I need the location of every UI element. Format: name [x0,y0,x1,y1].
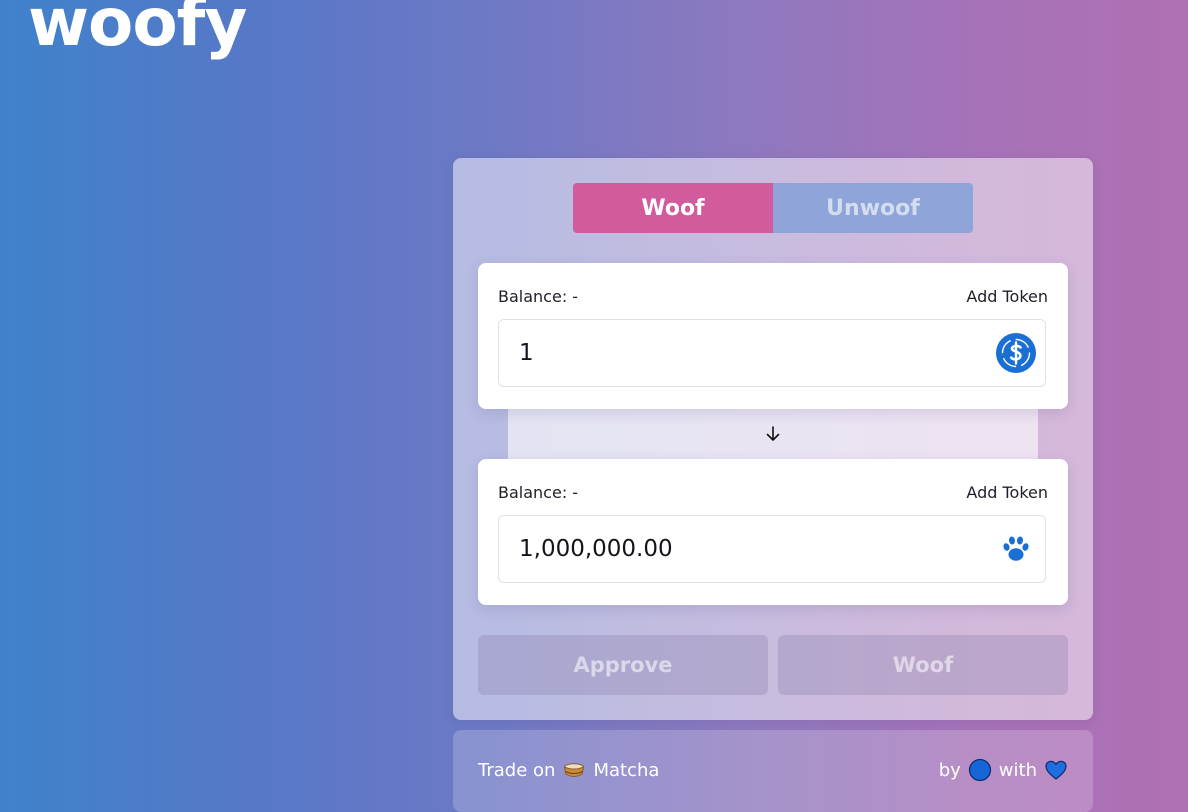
swap-connector [508,408,1038,460]
matcha-bowl-icon [562,758,586,782]
yearn-dollar-coin-icon [996,333,1036,373]
approve-button[interactable]: Approve [478,635,768,695]
app-logo: woofy [28,0,247,61]
trade-on-matcha: Trade on Matcha [478,758,659,782]
blue-circle-icon[interactable] [968,758,992,782]
credits: by with [939,758,1068,782]
to-amount-input[interactable] [499,516,979,582]
to-amount-field [498,515,1046,583]
from-box-header: Balance: - Add Token [498,285,1048,307]
tab-unwoof[interactable]: Unwoof [773,183,973,233]
to-balance-label: Balance: - [498,482,579,502]
trade-on-label: Trade on [478,759,556,781]
footer: Trade on Matcha by with [453,730,1093,812]
paw-icon [996,529,1036,569]
with-label: with [998,759,1037,781]
from-token-box: Balance: - Add Token [478,263,1068,409]
arrow-down-icon [764,425,782,443]
matcha-link[interactable]: Matcha [593,760,659,781]
tab-woof[interactable]: Woof [573,183,773,233]
from-amount-input[interactable] [499,320,979,386]
mode-toggle: Woof Unwoof [573,183,973,233]
by-label: by [938,759,961,781]
action-buttons: Approve Woof [478,635,1068,695]
to-token-box: Balance: - Add Token [478,459,1068,605]
woof-button[interactable]: Woof [778,635,1068,695]
blue-heart-icon [1044,758,1068,782]
from-add-token-link[interactable]: Add Token [966,287,1048,306]
to-add-token-link[interactable]: Add Token [966,483,1048,502]
from-amount-field [498,319,1046,387]
to-box-header: Balance: - Add Token [498,481,1048,503]
swap-card: Woof Unwoof Balance: - Add Token 1 Balan… [453,158,1093,720]
from-balance-label: Balance: - [498,286,579,306]
